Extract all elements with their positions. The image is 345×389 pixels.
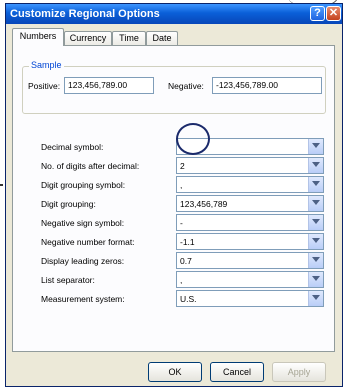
tab-numbers[interactable]: Numbers (12, 28, 64, 46)
list-separator-combo[interactable]: , (176, 271, 324, 288)
digit-grouping-value: 123,456,789 (180, 199, 228, 209)
chevron-down-icon[interactable] (308, 272, 323, 287)
list-separator-value: , (180, 275, 183, 285)
display-leading-zeros-combo[interactable]: 0.7 (176, 252, 324, 269)
list-separator-label: List separator: (41, 275, 95, 285)
sample-legend: Sample (29, 60, 64, 70)
window-title: Customize Regional Options (10, 8, 160, 20)
background-mark (0, 184, 3, 186)
positive-label: Positive: (28, 81, 61, 91)
negative-number-format-combo[interactable]: -1.1 (176, 233, 324, 250)
chevron-down-icon[interactable] (308, 291, 323, 306)
negative-sample-field: -123,456,789.00 (212, 77, 322, 94)
close-button[interactable]: ✕ (326, 6, 341, 21)
cancel-button[interactable]: Cancel (210, 362, 264, 382)
chevron-down-icon[interactable] (308, 177, 323, 192)
chevron-down-icon[interactable] (308, 158, 323, 173)
negative-label: Negative: (168, 81, 204, 91)
help-button[interactable]: ? (310, 6, 325, 21)
negative-sign-symbol-label: Negative sign symbol: (41, 218, 125, 228)
chevron-down-icon[interactable] (308, 234, 323, 249)
measurement-system-value: U.S. (180, 294, 197, 304)
chevron-down-icon[interactable] (308, 253, 323, 268)
chevron-down-icon[interactable] (308, 215, 323, 230)
digits-after-decimal-combo[interactable]: 2 (176, 157, 324, 174)
highlight-circle (176, 123, 210, 155)
title-bar[interactable]: Customize Regional Options ? ✕ (6, 4, 342, 24)
sample-group: Sample Positive: 123,456,789.00 Negative… (22, 60, 326, 114)
display-leading-zeros-value: 0.7 (180, 256, 192, 266)
numbers-panel: Sample Positive: 123,456,789.00 Negative… (12, 45, 335, 352)
negative-number-format-value: -1.1 (180, 237, 195, 247)
negative-sign-symbol-combo[interactable]: - (176, 214, 324, 231)
measurement-system-label: Measurement system: (41, 294, 125, 304)
ok-button[interactable]: OK (148, 362, 202, 382)
tab-date[interactable]: Date (146, 31, 178, 45)
chevron-down-icon[interactable] (308, 196, 323, 211)
display-leading-zeros-label: Display leading zeros: (41, 256, 125, 266)
digit-grouping-symbol-value: , (180, 180, 183, 190)
negative-number-format-label: Negative number format: (41, 237, 135, 247)
digit-grouping-symbol-combo[interactable]: , (176, 176, 324, 193)
decimal-symbol-label: Decimal symbol: (41, 142, 104, 152)
tab-time[interactable]: Time (112, 31, 146, 45)
digits-after-decimal-value: 2 (180, 161, 185, 171)
digits-after-decimal-label: No. of digits after decimal: (41, 161, 140, 171)
positive-sample-field: 123,456,789.00 (64, 77, 154, 94)
digit-grouping-label: Digit grouping: (41, 199, 96, 209)
negative-sign-symbol-value: - (180, 218, 183, 228)
tab-currency[interactable]: Currency (64, 31, 112, 45)
apply-button[interactable]: Apply (272, 362, 326, 382)
digit-grouping-symbol-label: Digit grouping symbol: (41, 180, 126, 190)
chevron-down-icon[interactable] (308, 139, 323, 154)
customize-regional-options-dialog: Customize Regional Options ? ✕ Numbers C… (5, 3, 343, 387)
measurement-system-combo[interactable]: U.S. (176, 290, 324, 307)
digit-grouping-combo[interactable]: 123,456,789 (176, 195, 324, 212)
